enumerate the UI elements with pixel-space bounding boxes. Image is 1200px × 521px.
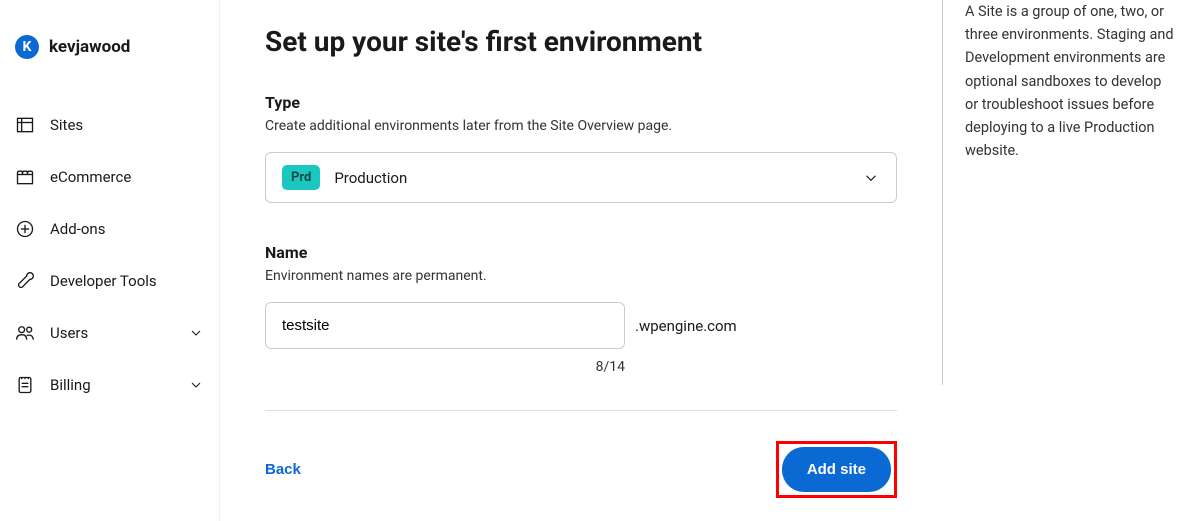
sidebar-item-sites[interactable]: Sites: [15, 99, 204, 151]
info-panel: A Site is a group of one, two, or three …: [942, 0, 1200, 385]
sidebar-item-label: Sites: [50, 116, 204, 134]
page-title: Set up your site's first environment: [265, 25, 897, 58]
name-hint: Environment names are permanent.: [265, 268, 897, 284]
developer-tools-icon: [15, 271, 35, 291]
sidebar-item-developer-tools[interactable]: Developer Tools: [15, 255, 204, 307]
char-counter: 8/14: [265, 359, 625, 375]
add-site-highlight: Add site: [776, 441, 897, 498]
sidebar-item-users[interactable]: Users: [15, 307, 204, 359]
type-select-value: Production: [334, 169, 848, 187]
sidebar-item-addons[interactable]: Add-ons: [15, 203, 204, 255]
sidebar-item-label: Billing: [50, 376, 173, 394]
add-site-button[interactable]: Add site: [782, 447, 891, 492]
brand-logo: K: [15, 35, 39, 59]
chevron-down-icon: [188, 377, 204, 393]
brand: K kevjawood: [15, 35, 204, 59]
addons-icon: [15, 219, 35, 239]
sites-icon: [15, 115, 35, 135]
sidebar-item-label: Users: [50, 324, 173, 342]
name-label: Name: [265, 243, 897, 262]
sidebar-item-label: Developer Tools: [50, 272, 204, 290]
sidebar-item-label: Add-ons: [50, 220, 204, 238]
type-hint: Create additional environments later fro…: [265, 118, 897, 134]
type-select[interactable]: Prd Production: [265, 152, 897, 203]
domain-suffix: .wpengine.com: [635, 317, 737, 335]
sidebar-item-ecommerce[interactable]: eCommerce: [15, 151, 204, 203]
type-label: Type: [265, 93, 897, 112]
billing-icon: [15, 375, 35, 395]
chevron-down-icon: [188, 325, 204, 341]
environment-name-input[interactable]: [265, 302, 625, 349]
info-text: A Site is a group of one, two, or three …: [965, 0, 1178, 162]
back-button[interactable]: Back: [265, 461, 301, 478]
ecommerce-icon: [15, 167, 35, 187]
sidebar-item-billing[interactable]: Billing: [15, 359, 204, 411]
sidebar-item-label: eCommerce: [50, 168, 204, 186]
brand-name: kevjawood: [49, 37, 130, 57]
env-badge: Prd: [282, 165, 320, 190]
chevron-down-icon: [862, 169, 880, 187]
users-icon: [15, 323, 35, 343]
